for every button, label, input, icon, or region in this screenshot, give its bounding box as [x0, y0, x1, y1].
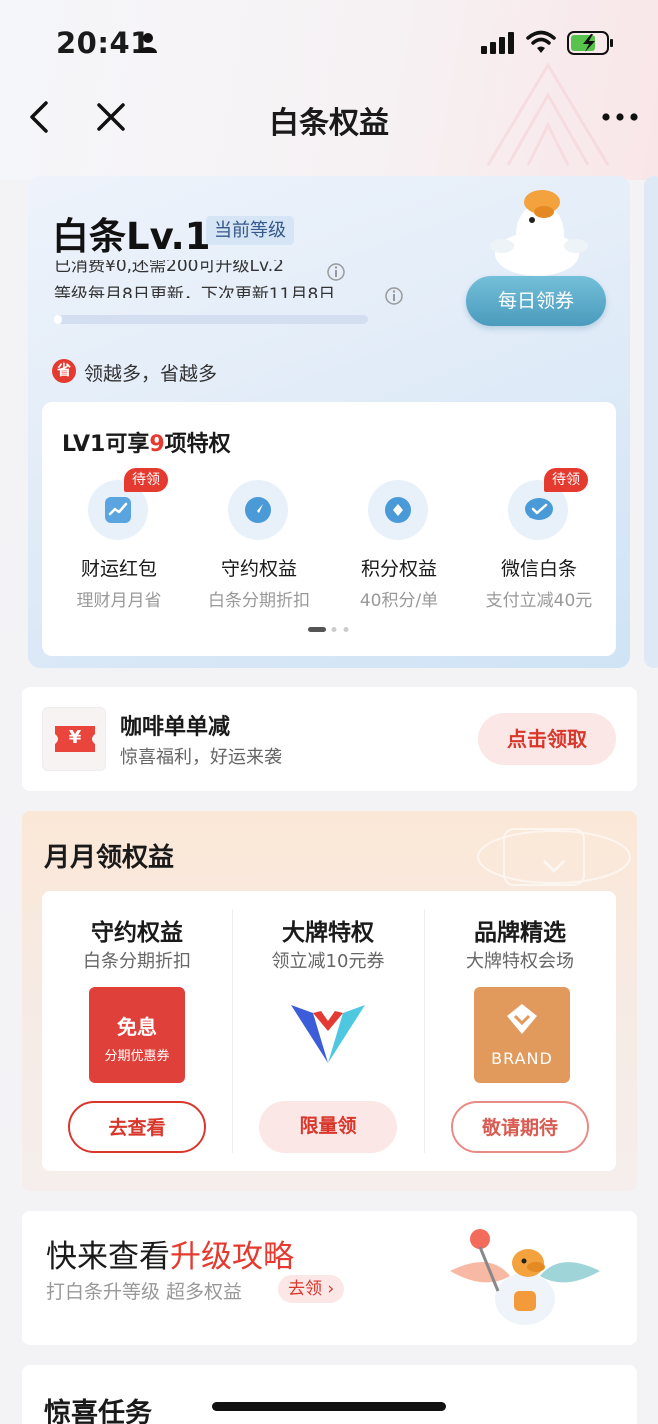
compass-icon [245, 497, 271, 523]
page-title: 白条权益 [269, 106, 389, 141]
privilege-item-shouyue[interactable]: 守约权益 白条分期折扣 [184, 480, 324, 620]
privilege-title-suffix: 项特权 [164, 432, 231, 457]
upgrade-title-highlight: 升级攻略 [170, 1239, 294, 1275]
view-button[interactable]: 去查看 [68, 1101, 206, 1153]
info-icon[interactable] [384, 286, 404, 306]
level-progress-text: 已消费¥0,还需200可升级Lv.2 [54, 260, 284, 274]
surprise-tasks-card: 惊喜任务 [22, 1365, 637, 1424]
privilege-sub: 白条分期折扣 [208, 591, 310, 611]
next-level-card-peek[interactable] [644, 176, 658, 668]
coffee-sub: 惊喜福利，好运来袭 [120, 747, 282, 768]
wifi-icon [526, 30, 556, 53]
duck-mascot-icon [490, 190, 588, 276]
slogan-text: 领越多，省越多 [84, 363, 218, 385]
privilege-sub: 40积分/单 [359, 591, 439, 611]
claim-button[interactable]: 点击领取 [478, 713, 616, 765]
coffee-card: ¥ 咖啡单单减 惊喜福利，好运来袭 点击领取 [22, 687, 637, 791]
level-progress-fill [54, 315, 62, 324]
monthly-title: 月月领权益 [44, 843, 175, 873]
coffee-title: 咖啡单单减 [120, 715, 231, 740]
upgrade-sub: 打白条升等级 超多权益 [46, 1281, 243, 1303]
privilege-panel: LV1可享9项特权 待领 财运红包 理财月月省 守约权益 白条分期折扣 积分权益… [42, 402, 616, 656]
limited-claim-button[interactable]: 限量领 [259, 1101, 397, 1153]
info-icon[interactable] [326, 262, 346, 282]
level-update-text: 等级每月8日更新，下次更新11月8日 [54, 285, 336, 298]
claim-link-label: 去领 [288, 1279, 322, 1299]
benefit-sub: 领立减10元券 [271, 951, 385, 972]
privilege-name: 财运红包 [80, 558, 157, 580]
benefit-column-dapai: 大牌特权 领立减10元券 限量领 [233, 891, 423, 1171]
brand-v-logo-icon[interactable] [289, 1001, 367, 1067]
level-progress-bar [54, 315, 368, 324]
benefit-title: 品牌精选 [474, 920, 566, 946]
brand-tile[interactable]: BRAND [474, 987, 570, 1083]
coupon-main: 免息 [117, 1015, 157, 1039]
chart-icon [105, 497, 131, 523]
privilege-name: 积分权益 [360, 558, 437, 580]
gem-icon [507, 1004, 537, 1034]
benefit-sub: 白条分期折扣 [83, 951, 191, 972]
privilege-name: 微信白条 [500, 558, 577, 580]
yen-glyph: ¥ [68, 727, 82, 748]
coming-soon-button[interactable]: 敬请期待 [451, 1101, 589, 1153]
pager-dots [308, 627, 349, 632]
benefit-title: 大牌特权 [282, 920, 374, 946]
brand-text: BRAND [491, 1049, 553, 1068]
privilege-item-wechat[interactable]: 待领 微信白条 支付立减40元 [464, 468, 604, 620]
benefit-sub: 大牌特权会场 [466, 951, 574, 972]
upgrade-guide-card[interactable]: 快来查看升级攻略 打白条升等级 超多权益 去领 › [22, 1211, 637, 1345]
nav-bar: 白条权益 [0, 88, 658, 146]
save-badge-icon: 省 [52, 359, 76, 383]
tasks-title: 惊喜任务 [44, 1398, 152, 1424]
pending-tag: 待领 [124, 468, 168, 492]
privilege-sub: 支付立减40元 [485, 591, 593, 611]
monthly-panel: 守约权益 白条分期折扣 免息 分期优惠券 去查看 大牌特权 领立减10元券 限量… [42, 891, 616, 1171]
daily-coupon-button[interactable]: 每日领券 [466, 276, 606, 326]
signal-icon [481, 32, 514, 54]
upgrade-title-prefix: 快来查看 [46, 1239, 170, 1275]
person-icon [139, 33, 157, 53]
chevron-right-icon: › [322, 1279, 335, 1299]
coupon-sub: 分期优惠券 [104, 1049, 170, 1064]
status-time: 20:41 [56, 26, 151, 60]
monthly-benefits-card: 月月领权益 守约权益 白条分期折扣 免息 分期优惠券 去查看 大牌特权 领立减1… [22, 811, 637, 1191]
winged-duck-mascot-icon [450, 1229, 600, 1325]
privilege-sub: 理财月月省 [76, 591, 162, 611]
current-level-badge: 当前等级 [206, 216, 294, 245]
home-indicator[interactable] [212, 1402, 446, 1411]
interest-free-coupon[interactable]: 免息 分期优惠券 [89, 987, 185, 1083]
wechat-check-icon [525, 498, 553, 520]
pending-tag: 待领 [544, 468, 588, 492]
privilege-item-jifen[interactable]: 积分权益 40积分/单 [324, 480, 464, 620]
battery-icon [567, 31, 613, 55]
privilege-count: 9 [149, 432, 165, 457]
benefit-title: 守约权益 [91, 920, 183, 946]
privilege-title: LV1可享9项特权 [62, 426, 231, 458]
privilege-title-prefix: LV1可享 [62, 432, 150, 457]
benefit-column-shouyue: 守约权益 白条分期折扣 免息 分期优惠券 去查看 [42, 891, 232, 1171]
ticket-decoration-icon [477, 828, 631, 886]
level-title: 白条Lv.1 [52, 215, 211, 258]
level-card: 白条Lv.1 当前等级 已消费¥0,还需200可升级Lv.2 等级每月8日更新，… [28, 176, 630, 668]
claim-link[interactable]: 去领 › [278, 1275, 345, 1303]
benefit-column-pinpai: 品牌精选 大牌特权会场 BRAND 敬请期待 [425, 891, 615, 1171]
coupon-ticket-icon: ¥ [42, 707, 106, 771]
upgrade-title: 快来查看升级攻略 [46, 1231, 294, 1276]
privilege-name: 守约权益 [220, 558, 297, 580]
privilege-item-caiyun[interactable]: 待领 财运红包 理财月月省 [44, 468, 184, 620]
more-icon[interactable] [598, 100, 642, 134]
status-bar: 20:41 [0, 0, 658, 88]
diamond-icon [385, 497, 411, 523]
